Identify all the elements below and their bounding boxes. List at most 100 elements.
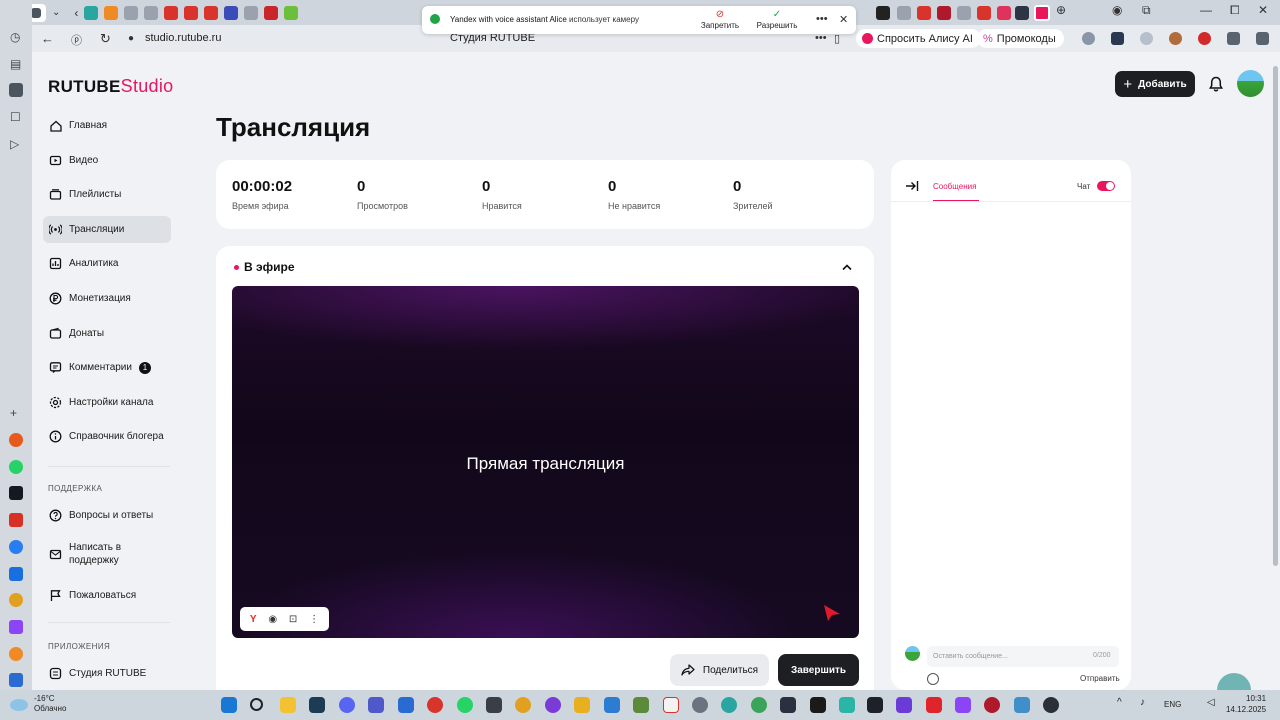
sidebar-item[interactable]: Пожаловаться: [43, 582, 171, 609]
tab-icon[interactable]: [1015, 6, 1029, 20]
tab-icon[interactable]: [284, 5, 299, 20]
share-button[interactable]: Поделиться: [670, 654, 769, 686]
tab-icon[interactable]: [917, 6, 931, 20]
notes-icon[interactable]: ▤: [10, 57, 21, 71]
sidebar-item[interactable]: Студия RUTUBE: [43, 660, 171, 687]
tab-scroll-left-icon[interactable]: ‹: [74, 6, 78, 20]
explorer-icon[interactable]: [280, 697, 296, 713]
settings-icon[interactable]: [692, 697, 708, 713]
twitch-icon[interactable]: [955, 697, 971, 713]
eye-icon[interactable]: ◉: [268, 614, 277, 625]
weather-widget[interactable]: -16°C Облачно: [34, 694, 66, 714]
ask-alice-button[interactable]: Спросить Алису AI: [856, 29, 981, 48]
tab-icon[interactable]: [977, 6, 991, 20]
page-scrollbar[interactable]: [1271, 52, 1280, 690]
terminal-icon[interactable]: [867, 697, 883, 713]
vk-icon[interactable]: [9, 673, 23, 687]
taskbar-app-icon[interactable]: [896, 697, 912, 713]
whatsapp-icon[interactable]: [457, 697, 473, 713]
tab-icon[interactable]: [224, 5, 239, 20]
more-vertical-icon[interactable]: ⋮: [309, 614, 319, 625]
app-icon[interactable]: [9, 83, 23, 97]
extensions-icon[interactable]: [1227, 32, 1240, 45]
allow-button[interactable]: ✓ Разрешить: [747, 9, 807, 30]
app-icon[interactable]: [9, 647, 23, 661]
sidebar-item[interactable]: Трансляции: [43, 215, 171, 243]
sidebar-item[interactable]: Аналитика: [43, 250, 171, 277]
taskbar-app-icon[interactable]: [545, 697, 561, 713]
tab-icon[interactable]: [144, 5, 159, 20]
restore-icon[interactable]: ⧠: [1230, 3, 1240, 18]
reload-icon[interactable]: ↻: [100, 31, 111, 47]
yandex-browser-icon[interactable]: [427, 697, 443, 713]
search-icon[interactable]: [250, 698, 263, 711]
taskbar-app-icon[interactable]: [810, 697, 826, 713]
speaker-icon[interactable]: ◁: [1207, 697, 1223, 713]
tab-icon[interactable]: [84, 5, 99, 20]
sidebar-item[interactable]: Справочник блогера: [43, 423, 171, 450]
app-icon[interactable]: [9, 433, 23, 447]
video-player[interactable]: Прямая трансляция Y ◉ ⊡ ⋮: [232, 286, 859, 638]
tab-icon[interactable]: [897, 6, 911, 20]
taskbar-app-icon[interactable]: [1014, 697, 1030, 713]
tab-icon[interactable]: [876, 6, 890, 20]
app-icon[interactable]: [9, 567, 23, 581]
history-icon[interactable]: ◷: [10, 30, 20, 44]
emoji-icon[interactable]: [927, 673, 939, 685]
site-info-icon[interactable]: ⓟ: [71, 32, 82, 48]
collapse-panel-icon[interactable]: [905, 180, 919, 192]
new-tab-icon[interactable]: ⊕: [1056, 3, 1066, 17]
send-button[interactable]: Отправить: [1080, 674, 1120, 683]
tasks-icon[interactable]: ☐: [10, 110, 21, 124]
sidebar-item[interactable]: Главная: [43, 112, 171, 139]
extension-cookie-icon[interactable]: [1169, 32, 1182, 45]
sidebar-item[interactable]: Комментарии 1: [43, 354, 171, 381]
messenger-icon[interactable]: [9, 540, 23, 554]
tab-icon[interactable]: [937, 6, 951, 20]
app-icon[interactable]: [9, 593, 23, 607]
taskbar-app-icon[interactable]: [309, 697, 325, 713]
close-icon[interactable]: ✕: [839, 13, 848, 26]
taskbar-app-icon[interactable]: [721, 697, 737, 713]
yandex-icon[interactable]: [663, 697, 679, 713]
start-icon[interactable]: [221, 697, 237, 713]
rutube-icon[interactable]: [9, 486, 23, 500]
extension-cursor-icon[interactable]: [1111, 32, 1124, 45]
yandex-icon[interactable]: Y: [250, 614, 257, 625]
deny-button[interactable]: ⊘ Запретить: [690, 9, 750, 30]
tab-icon[interactable]: [1034, 5, 1050, 21]
add-panel-icon[interactable]: +: [10, 406, 17, 420]
avatar[interactable]: [1237, 70, 1264, 97]
taskbar-app-icon[interactable]: [984, 697, 1000, 713]
sidebar-item[interactable]: Вопросы и ответы: [43, 502, 171, 529]
url-field[interactable]: studio.rutube.ru: [145, 32, 221, 44]
collections-icon[interactable]: ⧉: [1142, 3, 1151, 18]
gmail-icon[interactable]: [9, 513, 23, 527]
tab-icon[interactable]: [184, 5, 199, 20]
twitch-icon[interactable]: [9, 620, 23, 634]
tab-icon[interactable]: [124, 5, 139, 20]
end-stream-button[interactable]: Завершить: [778, 654, 859, 686]
extension-cloud-icon[interactable]: [1140, 32, 1153, 45]
tab-icon[interactable]: [204, 5, 219, 20]
downloads-icon[interactable]: [1256, 32, 1269, 45]
taskbar-app-icon[interactable]: [515, 697, 531, 713]
scrollbar-thumb[interactable]: [1273, 66, 1278, 566]
weather-icon[interactable]: [10, 699, 28, 711]
message-input[interactable]: Оставить сообщение...: [927, 646, 1119, 667]
extension-shield-icon[interactable]: [1082, 32, 1095, 45]
chat-toggle[interactable]: [1097, 181, 1115, 191]
minecraft-icon[interactable]: [633, 697, 649, 713]
microphone-icon[interactable]: ♪: [1140, 697, 1156, 713]
tab-list-chevron-icon[interactable]: ⌄: [52, 7, 60, 18]
tab-messages[interactable]: Сообщения: [933, 182, 976, 191]
taskbar-app-icon[interactable]: [1043, 697, 1059, 713]
taskbar-app-icon[interactable]: [398, 697, 414, 713]
sidebar-item[interactable]: Донаты: [43, 320, 171, 347]
sidebar-item[interactable]: Плейлисты: [43, 181, 171, 208]
language-indicator[interactable]: ENG: [1164, 700, 1181, 709]
yandex-icon[interactable]: [926, 697, 942, 713]
tray-chevron-icon[interactable]: ^: [1117, 697, 1133, 713]
taskbar-app-icon[interactable]: [574, 697, 590, 713]
whatsapp-icon[interactable]: [9, 460, 23, 474]
